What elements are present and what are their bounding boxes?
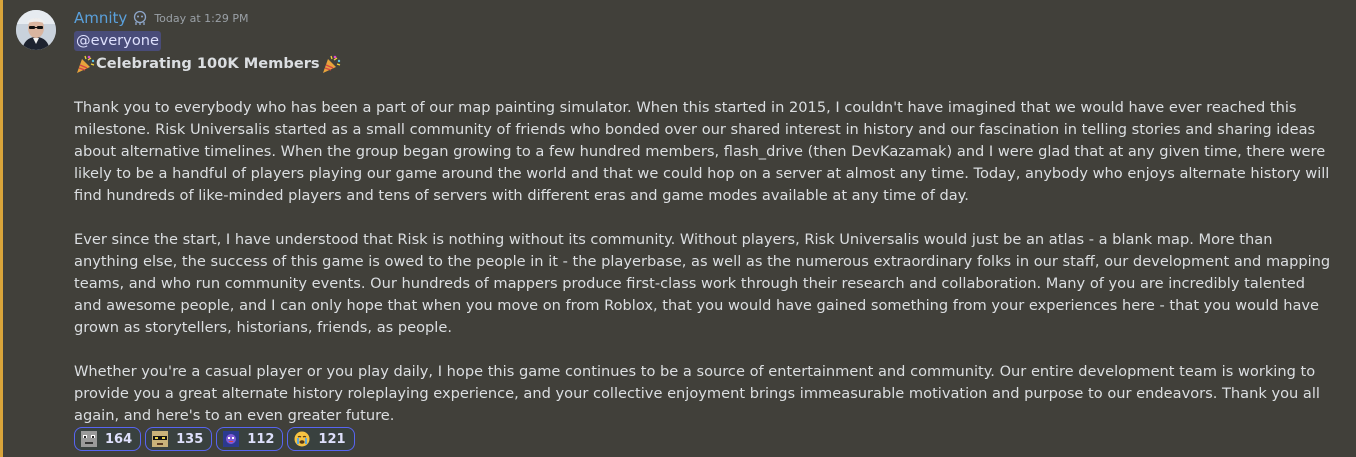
reactions-bar: 164 135 112 121 [74, 427, 355, 451]
sunglasses-pixel-emoji-icon [152, 431, 169, 447]
avatar[interactable] [16, 10, 56, 50]
badge-icon[interactable] [132, 10, 148, 26]
message-paragraph: Whether you're a casual player or you pl… [74, 363, 1320, 424]
character-emoji-icon [223, 431, 240, 447]
party-popper-icon [74, 53, 96, 75]
author-name[interactable]: Amnity [74, 9, 127, 27]
message-content: @everyone Celebrating 100K Members Thank… [74, 30, 1336, 427]
everyone-mention[interactable]: @everyone [74, 31, 161, 51]
message-paragraph: Ever since the start, I have understood … [74, 231, 1331, 336]
reaction-button[interactable]: 121 [287, 427, 355, 451]
party-popper-icon [320, 53, 342, 75]
message-timestamp: Today at 1:29 PM [154, 11, 249, 25]
message-header: Amnity Today at 1:29 PM [74, 8, 249, 28]
reaction-button[interactable]: 164 [74, 427, 142, 451]
crying-face-emoji-icon [294, 431, 310, 447]
message-paragraph: Thank you to everybody who has been a pa… [74, 99, 1330, 204]
pixel-face-emoji-icon [81, 431, 97, 447]
reaction-count: 112 [247, 431, 275, 447]
reaction-count: 121 [318, 431, 346, 447]
announcement-title: Celebrating 100K Members [74, 53, 1336, 75]
reaction-button[interactable]: 135 [145, 427, 213, 451]
reaction-button[interactable]: 112 [216, 427, 284, 451]
chat-message: Amnity Today at 1:29 PM @everyone Celebr… [0, 0, 1356, 457]
reaction-count: 164 [105, 431, 133, 447]
announcement-title-text: Celebrating 100K Members [96, 55, 320, 72]
reaction-count: 135 [176, 431, 204, 447]
